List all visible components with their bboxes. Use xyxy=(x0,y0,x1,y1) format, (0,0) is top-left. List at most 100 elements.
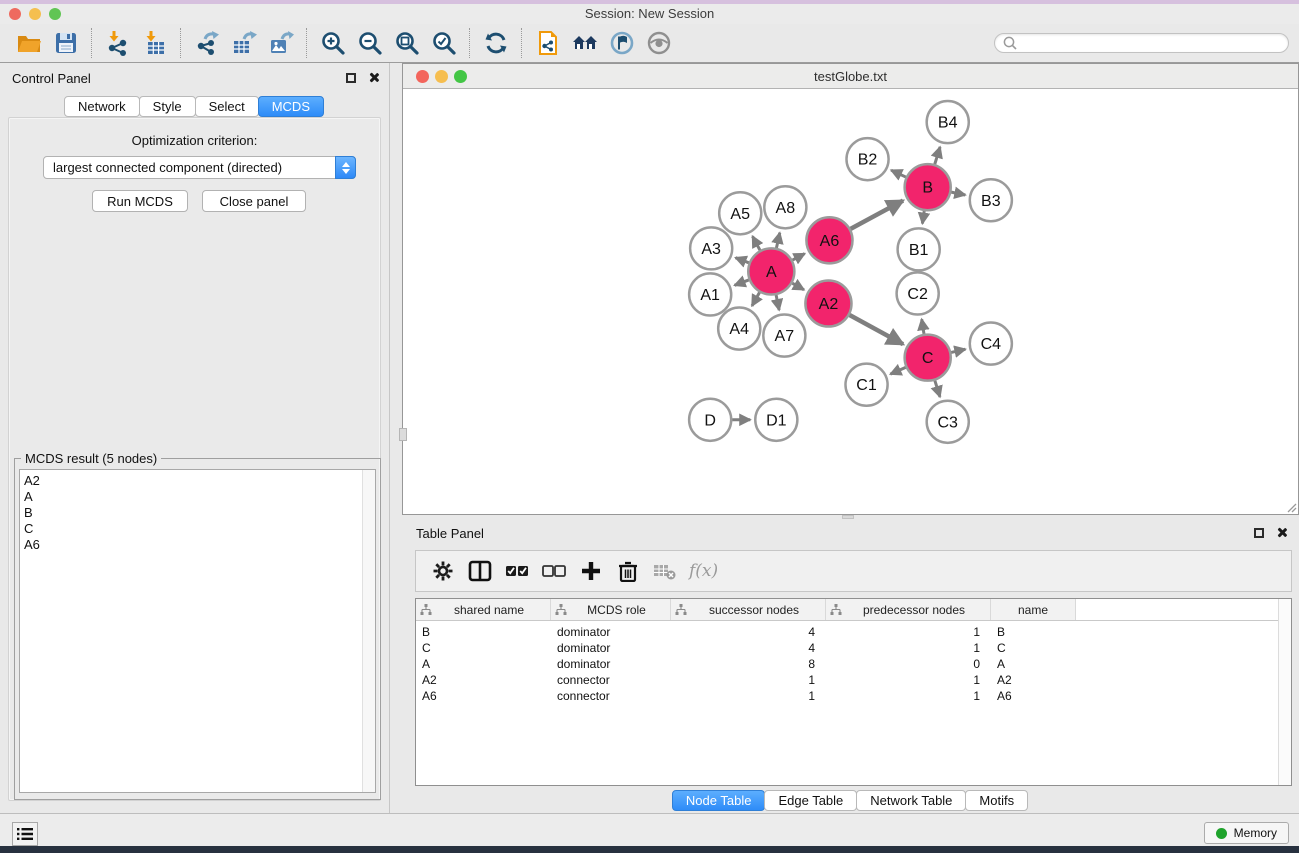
edge-A6-B[interactable] xyxy=(851,201,903,229)
search-box[interactable] xyxy=(994,33,1289,53)
network-zoom-button[interactable] xyxy=(454,70,467,83)
vertical-splitter-handle[interactable] xyxy=(399,428,407,441)
result-item-a2[interactable]: A2 xyxy=(24,473,375,489)
delete-table-button[interactable] xyxy=(646,555,683,587)
graph-node-A6[interactable]: A6 xyxy=(806,217,852,263)
resize-grip-icon[interactable] xyxy=(1285,501,1297,513)
graph-node-A[interactable]: A xyxy=(748,248,794,294)
graph-node-D1[interactable]: D1 xyxy=(755,399,797,441)
table-scrollbar[interactable] xyxy=(1278,599,1291,785)
zoom-out-button[interactable] xyxy=(351,27,388,59)
edge-A-A8[interactable] xyxy=(776,233,779,248)
import-network-button[interactable] xyxy=(99,27,136,59)
graph-node-A4[interactable]: A4 xyxy=(718,308,760,350)
tab-select[interactable]: Select xyxy=(195,96,259,117)
edge-A-A6[interactable] xyxy=(793,254,805,261)
graph-node-C4[interactable]: C4 xyxy=(970,323,1012,365)
result-item-a6[interactable]: A6 xyxy=(24,537,375,553)
column-header-successor-nodes[interactable]: successor nodes xyxy=(671,599,826,620)
graph-node-A1[interactable]: A1 xyxy=(689,273,731,315)
column-header-shared-name[interactable]: shared name xyxy=(416,599,551,620)
result-item-c[interactable]: C xyxy=(24,521,375,537)
close-table-panel-icon[interactable] xyxy=(1276,527,1287,538)
table-row[interactable]: Adominator80A xyxy=(416,656,1291,672)
table-tab-motifs[interactable]: Motifs xyxy=(965,790,1028,811)
table-row[interactable]: Cdominator41C xyxy=(416,640,1291,656)
search-input[interactable] xyxy=(1018,35,1281,51)
table-row[interactable]: A6connector11A6 xyxy=(416,688,1291,704)
edge-A-A4[interactable] xyxy=(752,292,760,305)
network-graph[interactable]: B4B2BB3A5A8A6A3B1AA1C2A2A4A7C4CC1DD1C3 xyxy=(403,90,1298,515)
float-panel-icon[interactable] xyxy=(346,73,356,83)
table-row[interactable]: Bdominator41B xyxy=(416,624,1291,640)
tab-mcds[interactable]: MCDS xyxy=(258,96,324,117)
memory-button[interactable]: Memory xyxy=(1204,822,1289,844)
table-settings-button[interactable] xyxy=(424,555,461,587)
graph-node-B2[interactable]: B2 xyxy=(846,138,888,180)
mcds-result-list[interactable]: A2ABCA6 xyxy=(19,469,376,793)
network-close-button[interactable] xyxy=(416,70,429,83)
result-item-b[interactable]: B xyxy=(24,505,375,521)
unselect-all-button[interactable] xyxy=(535,555,572,587)
edge-A2-C[interactable] xyxy=(850,315,903,344)
graph-node-C[interactable]: C xyxy=(905,335,951,381)
minimize-window-button[interactable] xyxy=(29,8,41,20)
graph-node-A5[interactable]: A5 xyxy=(719,192,761,234)
graph-node-A2[interactable]: A2 xyxy=(805,280,851,326)
close-window-button[interactable] xyxy=(9,8,21,20)
export-network-button[interactable] xyxy=(188,27,225,59)
zoom-in-button[interactable] xyxy=(314,27,351,59)
optimization-criterion-dropdown[interactable]: largest connected component (directed) xyxy=(43,156,356,179)
close-panel-icon[interactable] xyxy=(368,72,379,83)
home-button[interactable] xyxy=(566,27,603,59)
task-history-button[interactable] xyxy=(12,822,38,846)
add-column-button[interactable] xyxy=(572,555,609,587)
export-table-button[interactable] xyxy=(225,27,262,59)
table-row[interactable]: A2connector11A2 xyxy=(416,672,1291,688)
graph-node-B4[interactable]: B4 xyxy=(927,101,969,143)
save-session-button[interactable] xyxy=(47,27,84,59)
network-canvas[interactable]: B4B2BB3A5A8A6A3B1AA1C2A2A4A7C4CC1DD1C3 xyxy=(403,90,1298,514)
graph-node-D[interactable]: D xyxy=(689,399,731,441)
edge-B-B3[interactable] xyxy=(951,192,965,195)
graph-node-B1[interactable]: B1 xyxy=(898,228,940,270)
edge-C-C1[interactable] xyxy=(890,367,905,374)
float-table-panel-icon[interactable] xyxy=(1254,528,1264,538)
result-list-scrollbar[interactable] xyxy=(362,470,375,792)
column-header-predecessor-nodes[interactable]: predecessor nodes xyxy=(826,599,991,620)
graph-node-A3[interactable]: A3 xyxy=(690,227,732,269)
edge-B-B4[interactable] xyxy=(935,147,940,164)
edge-C-C2[interactable] xyxy=(922,319,924,334)
graph-node-B3[interactable]: B3 xyxy=(970,179,1012,221)
refresh-button[interactable] xyxy=(477,27,514,59)
graph-node-C1[interactable]: C1 xyxy=(845,364,887,406)
graph-node-B[interactable]: B xyxy=(905,164,951,210)
graph-node-A8[interactable]: A8 xyxy=(764,186,806,228)
edge-A-A2[interactable] xyxy=(792,283,804,290)
tab-network[interactable]: Network xyxy=(64,96,140,117)
close-panel-button[interactable]: Close panel xyxy=(202,190,306,212)
edge-A-A7[interactable] xyxy=(776,295,779,310)
table-tab-edge-table[interactable]: Edge Table xyxy=(764,790,857,811)
edge-B-B1[interactable] xyxy=(922,211,924,224)
zoom-selected-button[interactable] xyxy=(425,27,462,59)
column-header-mcds-role[interactable]: MCDS role xyxy=(551,599,671,620)
toggle-flag-button[interactable] xyxy=(603,27,640,59)
table-tab-network-table[interactable]: Network Table xyxy=(856,790,966,811)
edge-C-C4[interactable] xyxy=(951,349,965,352)
edge-B-B2[interactable] xyxy=(891,170,906,177)
graph-node-C2[interactable]: C2 xyxy=(897,272,939,314)
network-minimize-button[interactable] xyxy=(435,70,448,83)
show-column-button[interactable] xyxy=(461,555,498,587)
open-network-document-button[interactable] xyxy=(529,27,566,59)
table-tab-node-table[interactable]: Node Table xyxy=(672,790,766,811)
graph-node-A7[interactable]: A7 xyxy=(763,315,805,357)
zoom-window-button[interactable] xyxy=(49,8,61,20)
export-image-button[interactable] xyxy=(262,27,299,59)
edge-A-A3[interactable] xyxy=(736,258,749,263)
zoom-fit-button[interactable] xyxy=(388,27,425,59)
function-builder-button[interactable]: f(x) xyxy=(689,561,718,581)
open-session-button[interactable] xyxy=(10,27,47,59)
select-all-button[interactable] xyxy=(498,555,535,587)
run-mcds-button[interactable]: Run MCDS xyxy=(92,190,188,212)
